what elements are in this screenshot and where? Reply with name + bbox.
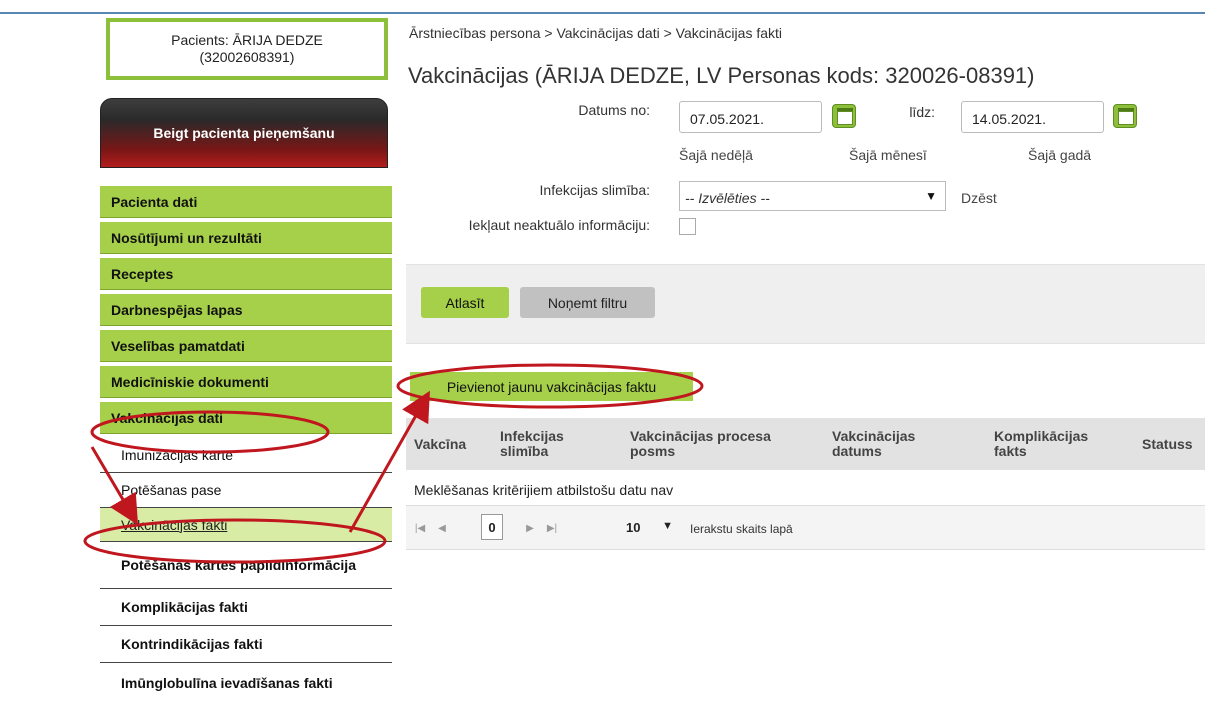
sidebar-subitem-immunoglobulin-facts[interactable]: Imūnglobulīna ievadīšanas fakti [100,663,392,703]
chevron-down-icon: ▼ [925,189,937,203]
sidebar-subitem-complication-facts[interactable]: Komplikācijas fakti [100,589,392,626]
sidebar-item-vaccination-data[interactable]: Vakcinācijas dati [100,402,392,434]
column-header-complication[interactable]: Komplikācijas fakts [986,418,1116,470]
disease-select-value: -- Izvēlēties -- [685,190,770,206]
sidebar-item-referrals[interactable]: Nosūtījumi un rezultāti [100,222,392,254]
sidebar-subitem-contraindication-facts[interactable]: Kontrindikācijas fakti [100,626,392,663]
sidebar-menu: Pacienta dati Nosūtījumi un rezultāti Re… [100,186,392,703]
table-header: Vakcīna Infekcijas slimība Vakcinācijas … [406,418,1205,470]
sidebar-subitem-vaccination-passport[interactable]: Potēšanas pase [100,473,392,508]
patient-info-box: Pacients: ĀRIJA DEDZE (32002608391) [106,18,388,80]
page-title: Vakcinācijas (ĀRIJA DEDZE, LV Personas k… [408,63,1035,88]
page-size-label: Ierakstu skaits lapā [690,522,793,536]
clear-link[interactable]: Dzēst [961,190,997,206]
column-header-vaccine[interactable]: Vakcīna [406,418,482,470]
page-size-select[interactable]: 10 ▼ [619,514,679,540]
date-from-input[interactable]: 07.05.2021. [679,101,822,133]
date-to-label: līdz: [909,104,935,120]
add-vaccination-fact-button[interactable]: Pievienot jaunu vakcinācijas faktu [410,372,693,401]
include-inactive-label: Iekļaut neaktuālo informāciju: [468,217,650,233]
top-divider [0,12,1205,14]
remove-filter-button[interactable]: Noņemt filtru [520,287,655,318]
patient-id: (32002608391) [199,49,295,65]
page-number-input[interactable]: 0 [481,514,503,540]
sidebar-subitem-card-extra-info[interactable]: Potēšanas kartes papildinformācija [100,542,392,589]
sidebar-item-prescriptions[interactable]: Receptes [100,258,392,290]
disease-label: Infekcijas slimība: [539,182,650,198]
sidebar-item-sick-leave[interactable]: Darbnespējas lapas [100,294,392,326]
next-page-icon[interactable]: ▶ [520,518,540,538]
chevron-down-icon: ▼ [662,520,673,532]
this-week-link[interactable]: Šajā nedēļā [679,147,753,163]
previous-page-icon[interactable]: ◀ [432,518,452,538]
empty-table-message: Meklēšanas kritērijiem atbilstošu datu n… [406,472,1205,506]
date-to-input[interactable]: 14.05.2021. [961,101,1104,133]
calendar-icon[interactable] [832,104,856,128]
this-month-link[interactable]: Šajā mēnesī [849,147,927,163]
page-size-value: 10 [626,520,641,535]
sidebar-item-patient-data[interactable]: Pacienta dati [100,186,392,218]
first-page-icon[interactable]: |◀ [410,518,430,538]
patient-name: Pacients: ĀRIJA DEDZE [171,32,323,48]
sidebar-item-health-basics[interactable]: Veselības pamatdati [100,330,392,362]
column-header-status[interactable]: Statuss [1134,418,1205,470]
column-header-vaccination-date[interactable]: Vakcinācijas datums [824,418,964,470]
this-year-link[interactable]: Šajā gadā [1028,147,1091,163]
sidebar-item-medical-documents[interactable]: Medicīniskie dokumenti [100,366,392,398]
end-appointment-button[interactable]: Beigt pacienta pieņemšanu [100,98,388,168]
date-from-label: Datums no: [578,102,650,118]
column-header-process-stage[interactable]: Vakcinācijas procesa posms [622,418,812,470]
disease-select[interactable]: -- Izvēlēties -- ▼ [679,181,946,211]
calendar-icon[interactable] [1113,104,1137,128]
sidebar-subitem-immunization-card[interactable]: Imunizācijas karte [100,438,392,473]
last-page-icon[interactable]: ▶| [542,518,562,538]
select-button[interactable]: Atlasīt [421,287,509,318]
include-inactive-checkbox[interactable] [679,218,696,235]
sidebar-subitem-vaccination-facts[interactable]: Vakcinācijas fakti [100,508,392,542]
column-header-disease[interactable]: Infekcijas slimība [492,418,612,470]
breadcrumb: Ārstniecības persona > Vakcinācijas dati… [409,25,783,41]
